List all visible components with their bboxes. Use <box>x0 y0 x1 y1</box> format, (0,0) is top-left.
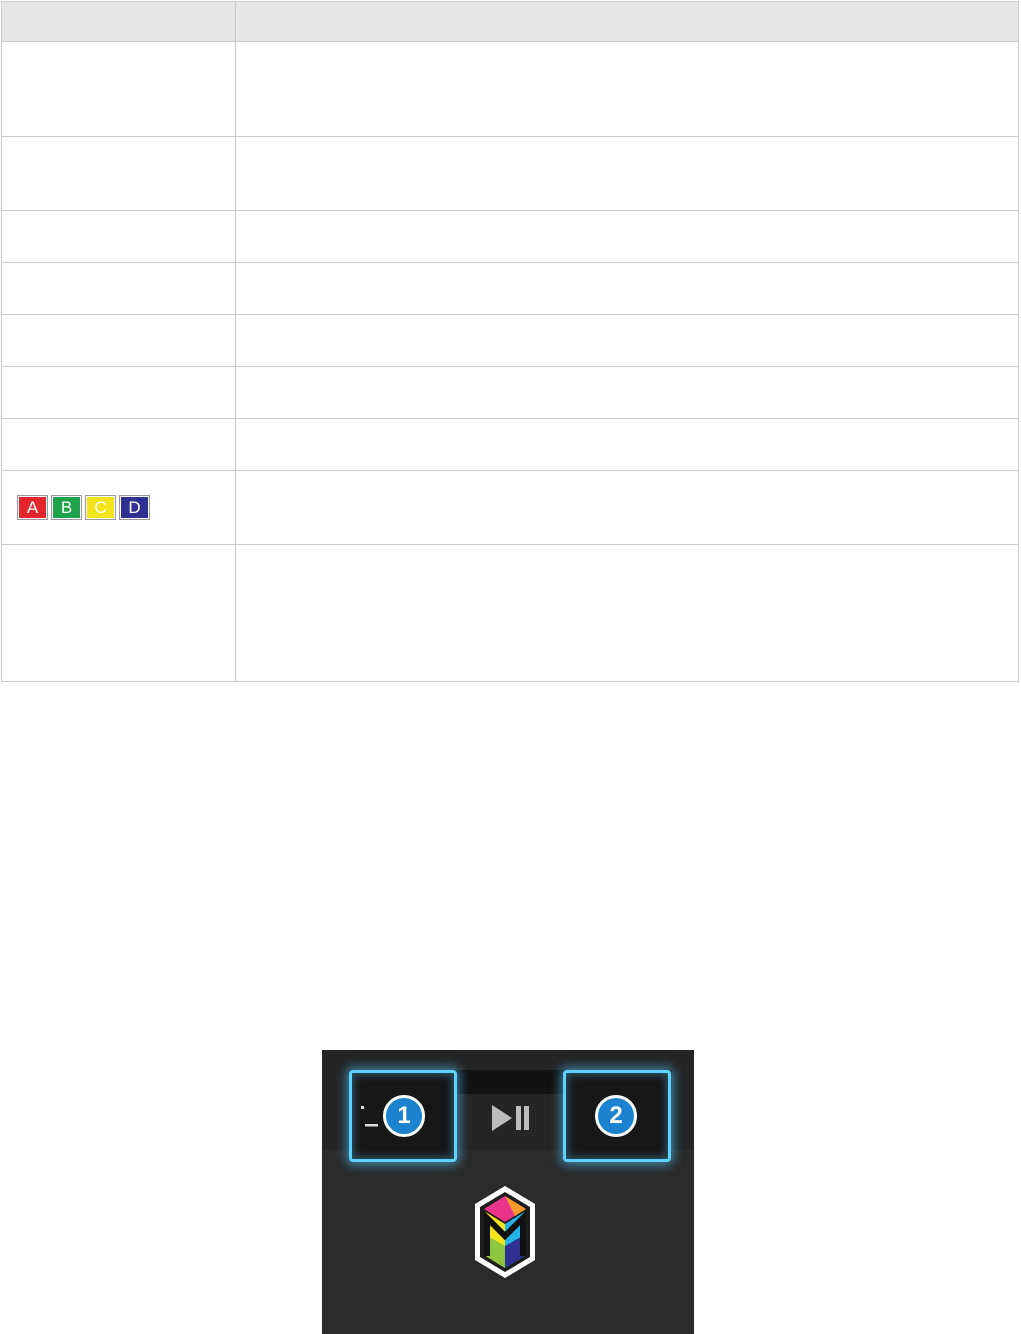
table-cell-color-keys: A B C D <box>1 470 236 545</box>
table-cell-desc <box>235 470 1019 545</box>
callout-badge-2: 2 <box>595 1095 637 1137</box>
table-cell-key <box>1 262 236 315</box>
table-row <box>1 418 1019 471</box>
color-button-b: B <box>51 495 82 520</box>
table-row <box>1 544 1019 682</box>
table-cell-desc <box>235 418 1019 471</box>
table-cell-key <box>1 418 236 471</box>
table-row <box>1 366 1019 419</box>
table-row <box>1 136 1019 211</box>
table-row <box>1 262 1019 315</box>
table-cell-desc <box>235 41 1019 137</box>
table-cell-key <box>1 41 236 137</box>
remote-control-illustration: 1 2 <box>322 1050 694 1334</box>
table-row <box>1 210 1019 263</box>
table-cell-desc <box>235 366 1019 419</box>
table-row <box>1 41 1019 137</box>
table-cell-key <box>1 366 236 419</box>
table-cell-key <box>1 544 236 682</box>
color-button-c: C <box>85 495 116 520</box>
table-cell-desc <box>235 544 1019 682</box>
table-row: A B C D <box>1 470 1019 545</box>
smart-hub-icon <box>475 1186 535 1278</box>
table-cell-desc <box>235 210 1019 263</box>
header-button <box>1 1 236 42</box>
table-row <box>1 314 1019 367</box>
table-cell-desc <box>235 262 1019 315</box>
play-pause-icon <box>492 1105 529 1131</box>
mark-icon <box>361 1106 378 1127</box>
header-description <box>235 1 1019 42</box>
table-cell-key <box>1 210 236 263</box>
color-button-d: D <box>119 495 150 520</box>
table-cell-desc <box>235 314 1019 367</box>
table-cell-desc <box>235 136 1019 211</box>
color-button-a: A <box>17 495 48 520</box>
callout-badge-1: 1 <box>383 1095 425 1137</box>
table-cell-key <box>1 314 236 367</box>
remote-buttons-table: A B C D <box>1 1 1019 682</box>
color-buttons: A B C D <box>2 495 235 520</box>
table-header-row <box>1 1 1019 42</box>
table-cell-key <box>1 136 236 211</box>
